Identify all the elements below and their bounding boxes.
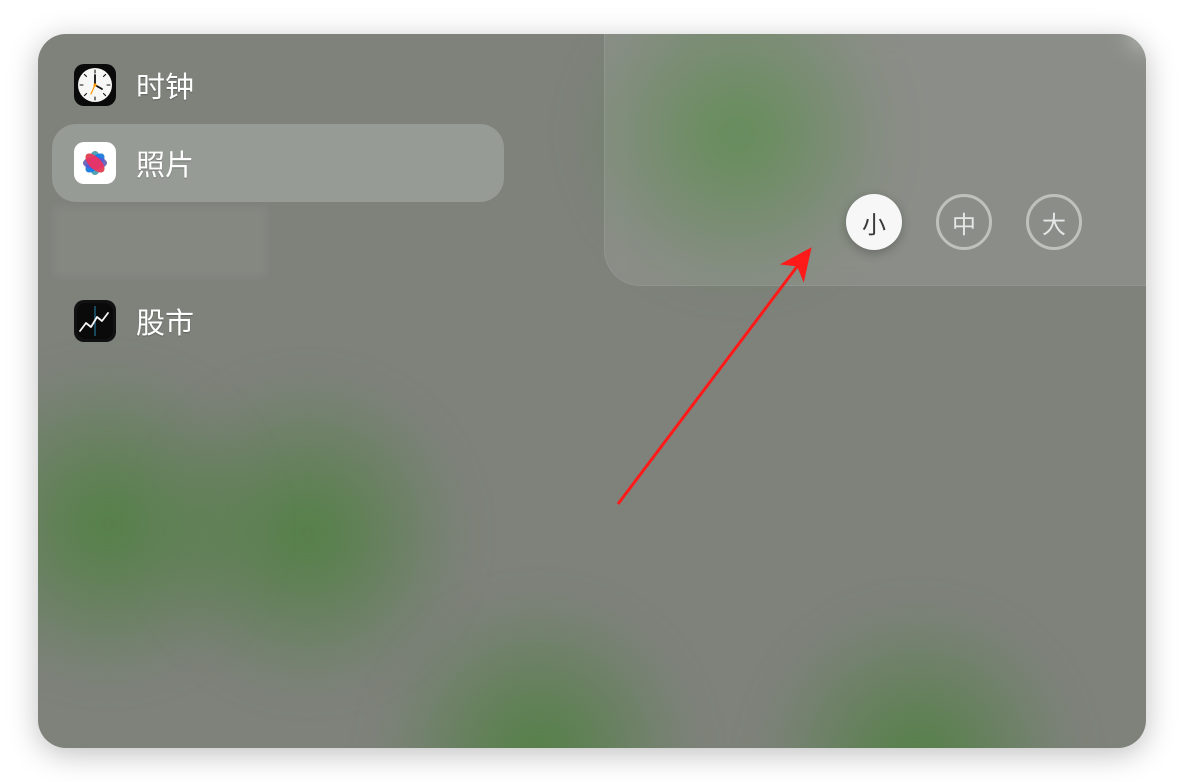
size-button-label: 中 xyxy=(952,205,976,240)
stocks-icon xyxy=(74,300,116,342)
size-button-medium[interactable]: 中 xyxy=(936,194,992,250)
size-button-label: 大 xyxy=(1042,205,1066,240)
sidebar-item-label: 照片 xyxy=(136,142,194,184)
widget-size-selector: 小 中 大 xyxy=(846,194,1082,250)
sidebar-item-clock[interactable]: 时钟 xyxy=(52,46,504,124)
size-button-small[interactable]: 小 xyxy=(846,194,902,250)
sidebar-item-label: 股市 xyxy=(136,300,194,342)
photos-icon xyxy=(74,142,116,184)
size-button-large[interactable]: 大 xyxy=(1026,194,1082,250)
app-list-sidebar: 时钟 照片 xyxy=(52,46,504,360)
sidebar-item-label: 时钟 xyxy=(136,64,194,106)
widget-gallery-window: 时钟 照片 xyxy=(38,34,1146,748)
sidebar-item-stocks[interactable]: 股市 xyxy=(52,282,504,360)
clock-icon xyxy=(74,64,116,106)
size-button-label: 小 xyxy=(862,205,886,240)
sidebar-item-redacted xyxy=(52,206,268,278)
sidebar-item-photos[interactable]: 照片 xyxy=(52,124,504,202)
